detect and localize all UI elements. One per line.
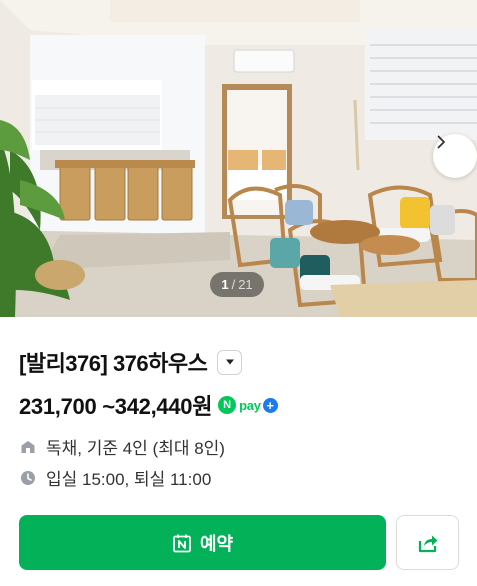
next-photo-button[interactable]: [433, 134, 477, 178]
share-button[interactable]: [396, 515, 459, 570]
listing-title: [발리376] 376하우스: [19, 351, 208, 376]
npay-n-icon: N: [218, 396, 237, 414]
listing-photo[interactable]: 1 / 21: [0, 0, 477, 317]
check-in-out-text: 입실 15:00, 퇴실 11:00: [46, 470, 212, 489]
accommodation-type: 독채, 기준 4인 (최대 8인): [19, 434, 225, 459]
clock-icon: [19, 469, 37, 487]
npay-badge: N pay +: [218, 396, 278, 414]
caret-down-icon: [225, 359, 234, 365]
house-icon: [19, 438, 37, 456]
accommodation-type-text: 독채, 기준 4인 (최대 8인): [46, 439, 225, 458]
photo-counter-separator: /: [231, 277, 236, 292]
share-icon: [418, 535, 437, 552]
photo-counter-total: 21: [238, 277, 253, 292]
book-button-label: 예약: [199, 533, 234, 554]
photo-counter-current: 1: [221, 277, 229, 292]
room-photo-image: [0, 0, 477, 317]
npay-plus-icon: +: [262, 397, 278, 413]
check-in-out: 입실 15:00, 퇴실 11:00: [19, 465, 211, 490]
price-range: 231,700 ~342,440원: [19, 394, 213, 419]
price-row: 231,700 ~342,440원 N pay +: [19, 389, 278, 421]
title-dropdown-button[interactable]: [217, 349, 243, 375]
title-row: [발리376] 376하우스: [19, 346, 243, 378]
book-button[interactable]: 예약: [19, 515, 386, 570]
calendar-n-icon: [173, 534, 191, 552]
photo-counter: 1 / 21: [210, 272, 264, 297]
chevron-right-icon: [437, 135, 445, 149]
npay-text: pay: [239, 397, 261, 413]
